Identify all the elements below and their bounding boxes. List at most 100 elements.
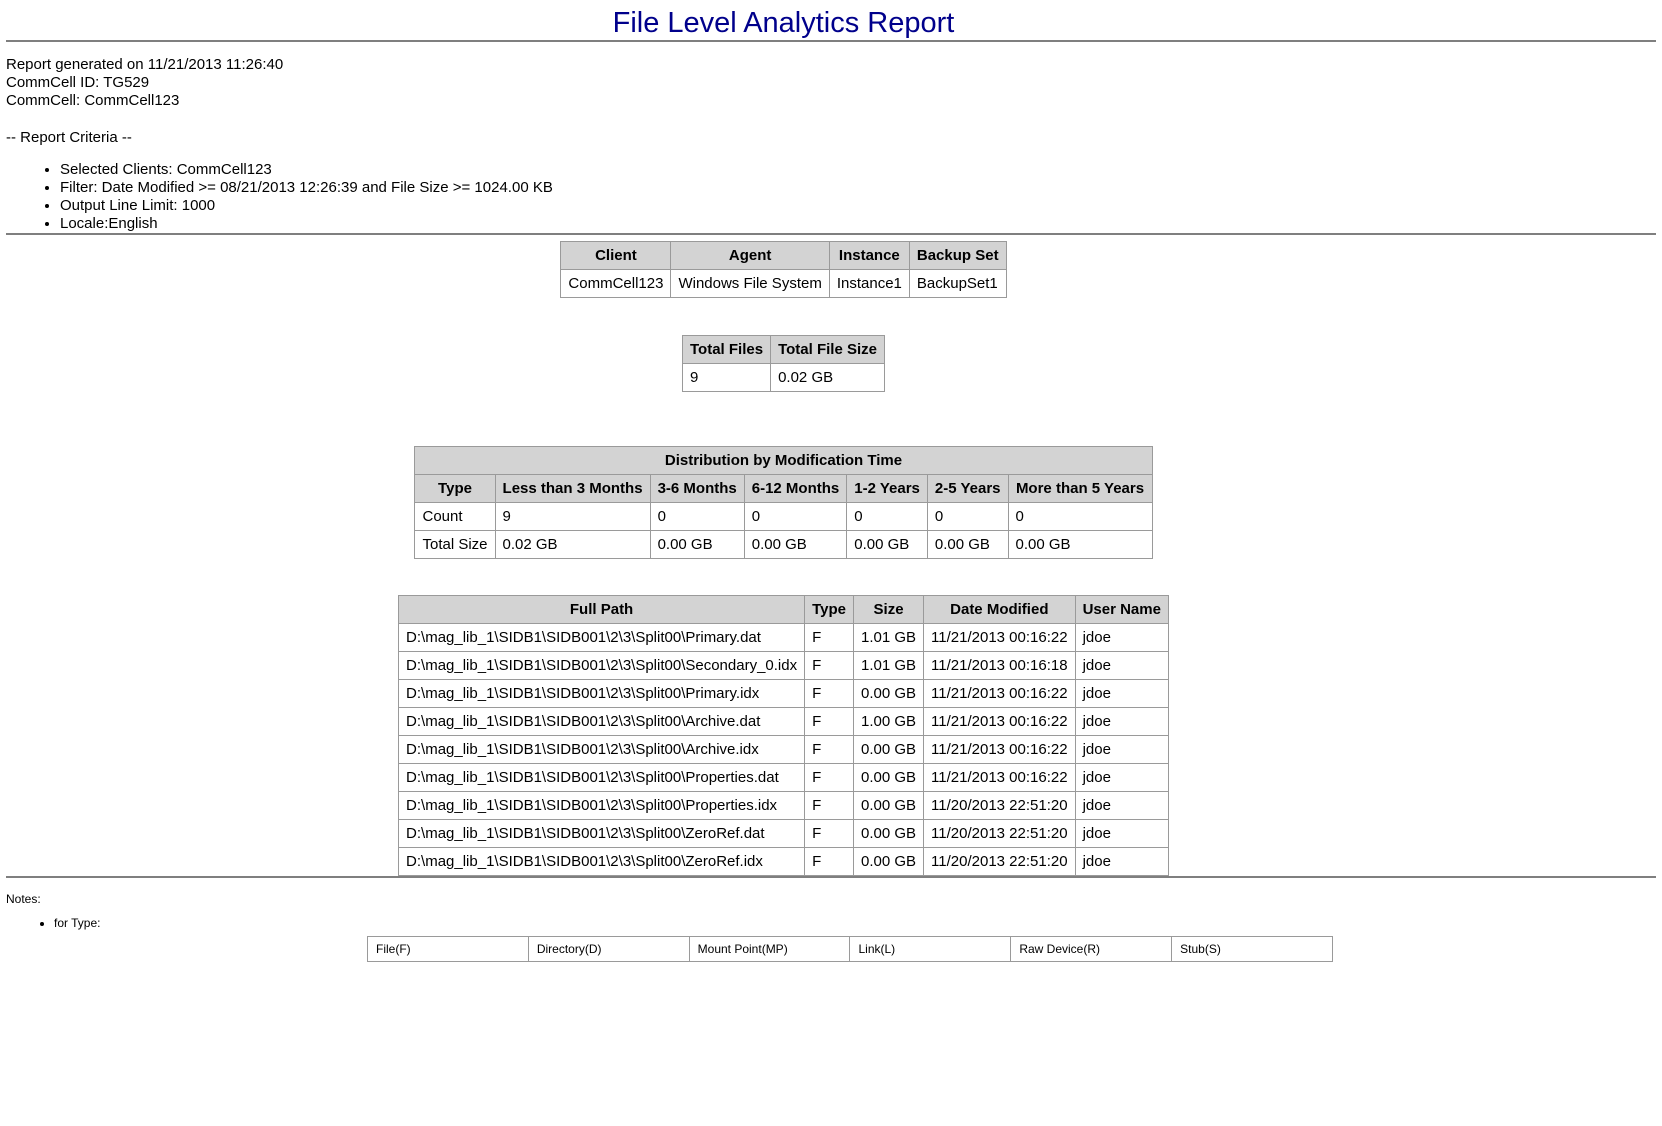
full-path-cell: D:\mag_lib_1\SIDB1\SIDB001\2\3\Split00\S… [399,652,805,680]
full-path-cell: D:\mag_lib_1\SIDB1\SIDB001\2\3\Split00\Z… [399,820,805,848]
count-cell: 0 [847,503,928,531]
type-cell: F [805,708,854,736]
legend-file-cell: File(F) [368,937,529,962]
6-12-months-header: 6-12 Months [744,475,847,503]
size-total-cell: 0.00 GB [650,531,744,559]
criteria-item: Output Line Limit: 1000 [60,197,1662,215]
user-name-header: User Name [1075,596,1168,624]
user-name-cell: jdoe [1075,624,1168,652]
legend-mount-point-cell: Mount Point(MP) [689,937,850,962]
client-header: Client [561,242,671,270]
table-row: D:\mag_lib_1\SIDB1\SIDB001\2\3\Split00\P… [399,764,1169,792]
total-file-size-header: Total File Size [771,336,885,364]
criteria-item: Locale:English [60,215,1662,233]
date-modified-cell: 11/21/2013 00:16:22 [924,736,1076,764]
table-row: Total Size 0.02 GB 0.00 GB 0.00 GB 0.00 … [415,531,1152,559]
table-title-row: Distribution by Modification Time [415,447,1152,475]
table-header-row: Total Files Total File Size [683,336,885,364]
full-path-cell: D:\mag_lib_1\SIDB1\SIDB001\2\3\Split00\P… [399,624,805,652]
table-row: D:\mag_lib_1\SIDB1\SIDB001\2\3\Split00\A… [399,736,1169,764]
less-3-months-header: Less than 3 Months [495,475,650,503]
table-row: D:\mag_lib_1\SIDB1\SIDB001\2\3\Split00\Z… [399,848,1169,876]
2-5-years-header: 2-5 Years [927,475,1008,503]
size-total-cell: 0.00 GB [927,531,1008,559]
agent-cell: Windows File System [671,270,829,298]
legend-raw-device-cell: Raw Device(R) [1011,937,1172,962]
total-file-size-cell: 0.02 GB [771,364,885,392]
backup-set-cell: BackupSet1 [909,270,1006,298]
full-path-cell: D:\mag_lib_1\SIDB1\SIDB001\2\3\Split00\A… [399,708,805,736]
table-row: D:\mag_lib_1\SIDB1\SIDB001\2\3\Split00\Z… [399,820,1169,848]
count-cell: 0 [1008,503,1152,531]
page-title: File Level Analytics Report [0,6,1567,40]
client-table: Client Agent Instance Backup Set CommCel… [560,241,1006,298]
date-modified-cell: 11/20/2013 22:51:20 [924,848,1076,876]
table-header-row: Full Path Type Size Date Modified User N… [399,596,1169,624]
instance-cell: Instance1 [829,270,909,298]
type-cell: F [805,652,854,680]
report-meta: Report generated on 11/21/2013 11:26:40 … [6,56,1662,233]
user-name-cell: jdoe [1075,652,1168,680]
full-path-cell: D:\mag_lib_1\SIDB1\SIDB001\2\3\Split00\P… [399,792,805,820]
table-row: CommCell123 Windows File System Instance… [561,270,1006,298]
date-modified-cell: 11/20/2013 22:51:20 [924,820,1076,848]
criteria-divider [6,233,1656,235]
distribution-table: Distribution by Modification Time Type L… [414,446,1152,559]
type-cell: F [805,680,854,708]
full-path-cell: D:\mag_lib_1\SIDB1\SIDB001\2\3\Split00\P… [399,764,805,792]
date-modified-cell: 11/21/2013 00:16:22 [924,764,1076,792]
notes-label: Notes: [6,892,1662,906]
size-total-cell: 0.02 GB [495,531,650,559]
agent-header: Agent [671,242,829,270]
criteria-heading: -- Report Criteria -- [6,129,1662,147]
full-path-header: Full Path [399,596,805,624]
type-cell: F [805,848,854,876]
size-header: Size [854,596,924,624]
totals-table: Total Files Total File Size 9 0.02 GB [682,335,885,392]
file-table: Full Path Type Size Date Modified User N… [398,595,1169,876]
size-cell: 0.00 GB [854,680,924,708]
commcell-id-text: CommCell ID: TG529 [6,74,1662,92]
user-name-cell: jdoe [1075,736,1168,764]
top-divider [6,40,1656,42]
size-cell: 0.00 GB [854,764,924,792]
size-cell: 1.01 GB [854,652,924,680]
type-cell: F [805,792,854,820]
notes-divider [6,876,1656,878]
row-label-cell: Total Size [415,531,495,559]
table-header-row: Client Agent Instance Backup Set [561,242,1006,270]
type-legend-table: File(F) Directory(D) Mount Point(MP) Lin… [367,936,1333,962]
size-cell: 1.01 GB [854,624,924,652]
date-modified-cell: 11/21/2013 00:16:18 [924,652,1076,680]
size-cell: 1.00 GB [854,708,924,736]
table-row: Count 9 0 0 0 0 0 [415,503,1152,531]
count-cell: 0 [927,503,1008,531]
table-row: File(F) Directory(D) Mount Point(MP) Lin… [368,937,1333,962]
user-name-cell: jdoe [1075,792,1168,820]
user-name-cell: jdoe [1075,708,1168,736]
backup-set-header: Backup Set [909,242,1006,270]
distribution-table-title: Distribution by Modification Time [415,447,1152,475]
report-page: File Level Analytics Report Report gener… [0,6,1662,962]
size-total-cell: 0.00 GB [744,531,847,559]
table-row: 9 0.02 GB [683,364,885,392]
date-modified-header: Date Modified [924,596,1076,624]
more-5-years-header: More than 5 Years [1008,475,1152,503]
size-cell: 0.00 GB [854,792,924,820]
type-cell: F [805,764,854,792]
table-row: D:\mag_lib_1\SIDB1\SIDB001\2\3\Split00\P… [399,792,1169,820]
count-cell: 0 [744,503,847,531]
full-path-cell: D:\mag_lib_1\SIDB1\SIDB001\2\3\Split00\P… [399,680,805,708]
count-cell: 9 [495,503,650,531]
total-files-cell: 9 [683,364,771,392]
size-total-cell: 0.00 GB [847,531,928,559]
user-name-cell: jdoe [1075,820,1168,848]
criteria-item: Filter: Date Modified >= 08/21/2013 12:2… [60,179,1662,197]
instance-header: Instance [829,242,909,270]
date-modified-cell: 11/21/2013 00:16:22 [924,680,1076,708]
criteria-list: Selected Clients: CommCell123 Filter: Da… [6,161,1662,233]
notes-section: Notes: for Type: File(F) Directory(D) Mo… [6,892,1662,962]
client-cell: CommCell123 [561,270,671,298]
legend-stub-cell: Stub(S) [1172,937,1333,962]
legend-link-cell: Link(L) [850,937,1011,962]
